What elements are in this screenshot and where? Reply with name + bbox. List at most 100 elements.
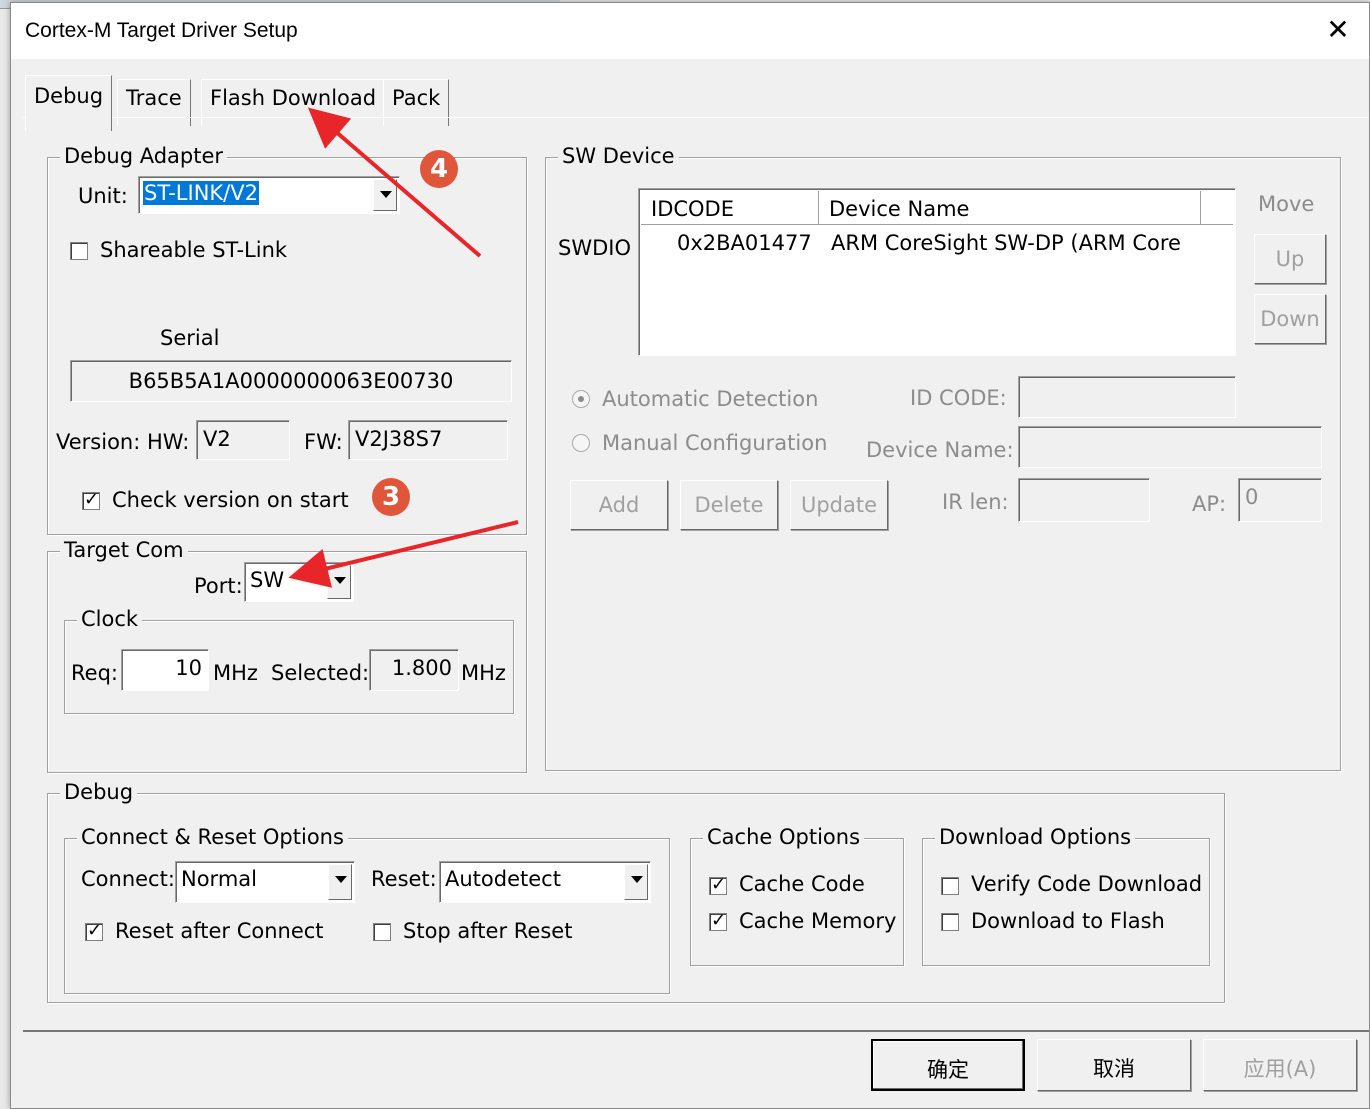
req-label: Req: [71, 661, 118, 685]
cache-code-label: Cache Code [739, 872, 865, 896]
annotation-marker-4: 4 [420, 150, 458, 188]
selected-label: Selected: [271, 661, 370, 685]
dialog-window: Cortex-M Target Driver Setup ✕ Debug Tra… [10, 2, 1370, 1109]
delete-button[interactable]: Delete [680, 480, 778, 530]
move-label: Move [1258, 192, 1315, 216]
sw-device-list[interactable]: IDCODE Device Name 0x2BA01477 ARM CoreSi… [638, 188, 1236, 356]
cancel-button[interactable]: 取消 [1037, 1039, 1191, 1091]
move-down-button[interactable]: Down [1254, 294, 1326, 344]
chevron-down-icon[interactable] [624, 864, 648, 900]
check-version-checkbox[interactable] [82, 489, 100, 510]
download-to-flash-checkbox[interactable] [941, 913, 959, 931]
reset-label: Reset: [371, 867, 437, 891]
reset-combo-value: Autodetect [445, 867, 561, 891]
selected-unit-label: MHz [461, 661, 506, 685]
sw-device-legend: SW Device [558, 144, 679, 168]
ap-label: AP: [1192, 492, 1227, 516]
connect-reset-group: Connect & Reset Options Connect: Normal … [64, 825, 670, 994]
id-code-input[interactable] [1018, 376, 1236, 418]
verify-code-download-label: Verify Code Download [971, 872, 1203, 896]
connect-label: Connect: [81, 867, 175, 891]
target-com-legend: Target Com [60, 538, 188, 562]
window-title: Cortex-M Target Driver Setup [25, 19, 298, 42]
column-header-idcode[interactable]: IDCODE [641, 191, 819, 225]
add-button[interactable]: Add [570, 480, 668, 530]
fw-version-field: V2J38S7 [348, 420, 508, 460]
check-version-label: Check version on start [112, 488, 349, 512]
shareable-checkbox[interactable] [70, 242, 88, 260]
automatic-detection-radio[interactable] [572, 390, 590, 408]
serial-label: Serial [160, 326, 220, 350]
tab-pack-label: Pack [392, 86, 441, 110]
shareable-label: Shareable ST-Link [100, 238, 288, 262]
debug-adapter-group: Debug Adapter Unit: ST-LINK/V2 Shareable… [47, 144, 527, 535]
tab-trace-label: Trace [126, 86, 182, 110]
debug-legend: Debug [60, 780, 138, 804]
column-header-blank [1201, 191, 1233, 225]
download-to-flash-label: Download to Flash [971, 909, 1165, 933]
ap-input[interactable]: 0 [1238, 478, 1322, 522]
sw-device-group: SW Device SWDIO IDCODE Device Name 0x2BA… [545, 144, 1341, 771]
connect-reset-legend: Connect & Reset Options [77, 825, 348, 849]
unit-combo-value: ST-LINK/V2 [143, 181, 259, 205]
stop-after-reset-checkbox[interactable] [373, 923, 391, 941]
tab-debug-label: Debug [34, 84, 104, 108]
ir-len-label: IR len: [942, 490, 1009, 514]
move-up-button[interactable]: Up [1254, 234, 1326, 284]
clock-group: Clock Req: 10 MHz Selected: 1.800 MHz [64, 607, 514, 714]
id-code-label: ID CODE: [910, 386, 1007, 410]
chevron-down-icon[interactable] [328, 864, 352, 900]
ir-len-input[interactable] [1018, 478, 1150, 522]
connect-combo-value: Normal [181, 867, 257, 891]
port-label: Port: [194, 574, 243, 598]
automatic-detection-label: Automatic Detection [602, 387, 819, 411]
req-input[interactable]: 10 [121, 649, 209, 691]
cache-options-group: Cache Options Cache Code Cache Memory [690, 825, 904, 966]
tab-flash-download-label: Flash Download [210, 86, 377, 110]
background-editor-gutter [0, 30, 10, 870]
apply-button[interactable]: 应用(A) [1203, 1039, 1357, 1091]
version-hw-label: Version: HW: [56, 430, 190, 454]
download-options-group: Download Options Verify Code Download Do… [922, 825, 1210, 966]
serial-field: B65B5A1A0000000063E00730 [70, 360, 512, 402]
table-row[interactable]: 0x2BA01477 ARM CoreSight SW-DP (ARM Core [641, 229, 1231, 261]
close-icon[interactable]: ✕ [1323, 15, 1353, 45]
manual-configuration-label: Manual Configuration [602, 431, 828, 455]
fw-label: FW: [304, 430, 343, 454]
unit-combo[interactable]: ST-LINK/V2 [138, 176, 400, 214]
cache-memory-checkbox[interactable] [709, 910, 727, 931]
device-name-input[interactable] [1018, 426, 1322, 468]
chevron-down-icon[interactable] [327, 565, 351, 599]
unit-label: Unit: [78, 184, 128, 208]
reset-after-connect-checkbox[interactable] [85, 920, 103, 941]
ok-button[interactable]: 确定 [871, 1039, 1025, 1091]
title-bar: Cortex-M Target Driver Setup ✕ [11, 3, 1369, 59]
idcode-cell: 0x2BA01477 [677, 231, 812, 255]
stop-after-reset-label: Stop after Reset [403, 919, 573, 943]
tab-debug[interactable]: Debug [25, 75, 113, 131]
cache-code-checkbox[interactable] [709, 874, 727, 895]
target-com-group: Target Com Port: SW Clock Req: 10 MHz Se… [47, 538, 527, 773]
selected-field: 1.800 [369, 649, 459, 691]
cache-memory-label: Cache Memory [739, 909, 897, 933]
manual-configuration-radio[interactable] [572, 434, 590, 452]
reset-combo[interactable]: Autodetect [439, 861, 651, 903]
chevron-down-icon[interactable] [373, 179, 397, 211]
update-button[interactable]: Update [790, 480, 888, 530]
device-name-cell: ARM CoreSight SW-DP (ARM Core [831, 231, 1181, 255]
clock-legend: Clock [77, 607, 143, 631]
port-combo[interactable]: SW [244, 562, 354, 602]
annotation-marker-3: 3 [372, 478, 410, 516]
req-unit-label: MHz [213, 661, 258, 685]
device-name-label: Device Name: [866, 438, 1014, 462]
hw-version-field: V2 [196, 420, 290, 460]
debug-adapter-legend: Debug Adapter [60, 144, 228, 168]
reset-after-connect-label: Reset after Connect [115, 919, 324, 943]
cache-options-legend: Cache Options [703, 825, 865, 849]
verify-code-download-checkbox[interactable] [941, 877, 959, 895]
download-options-legend: Download Options [935, 825, 1136, 849]
swdio-label: SWDIO [558, 236, 631, 260]
debug-group: Debug Connect & Reset Options Connect: N… [47, 780, 1225, 1003]
connect-combo[interactable]: Normal [175, 861, 355, 903]
column-header-device-name[interactable]: Device Name [819, 191, 1201, 225]
